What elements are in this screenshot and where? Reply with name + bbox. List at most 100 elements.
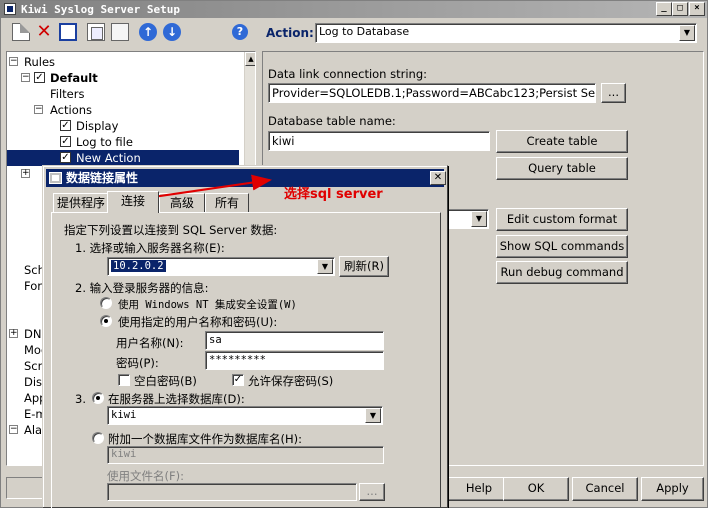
expand-icon[interactable]: + bbox=[21, 169, 30, 178]
run-debug-command-button[interactable]: Run debug command bbox=[496, 261, 628, 284]
scroll-up-icon[interactable]: ▲ bbox=[245, 52, 255, 66]
password-input[interactable]: ********* bbox=[205, 351, 384, 370]
user-password-label: 使用指定的用户名称和密码(U): bbox=[118, 315, 278, 329]
filename-input[interactable] bbox=[107, 483, 357, 501]
checkbox-icon[interactable]: ✓ bbox=[60, 136, 71, 147]
action-select[interactable]: Log to Database ▼ bbox=[315, 23, 697, 43]
chevron-down-icon[interactable]: ▼ bbox=[679, 25, 695, 41]
action-select-value: Log to Database bbox=[319, 25, 410, 38]
collapse-icon[interactable]: − bbox=[9, 57, 18, 66]
save-password-checkbox[interactable]: ✓ bbox=[232, 374, 244, 386]
copy-icon[interactable] bbox=[87, 23, 105, 41]
tree-item-display[interactable]: ✓ Display bbox=[7, 118, 237, 134]
data-link-properties-dialog: 数据链接属性 ✕ 提供程序 连接 高级 所有 指定下列设置以连接到 SQL Se… bbox=[42, 165, 448, 508]
username-label: 用户名称(N): bbox=[116, 336, 184, 350]
tree-item-partial-dns[interactable]: + DN bbox=[7, 326, 47, 342]
paste-icon[interactable] bbox=[111, 23, 129, 41]
filename-browse-button[interactable]: ... bbox=[359, 483, 385, 501]
delete-icon[interactable]: ✕ bbox=[35, 23, 53, 41]
collapse-icon[interactable]: − bbox=[21, 73, 30, 82]
tree-item-label: Actions bbox=[50, 103, 93, 117]
server-step-label: 1. 选择或输入服务器名称(E): bbox=[75, 241, 225, 255]
chevron-down-icon[interactable]: ▼ bbox=[365, 408, 381, 423]
tab-provider[interactable]: 提供程序 bbox=[53, 193, 109, 212]
dialog-icon bbox=[49, 172, 62, 184]
user-password-radio[interactable] bbox=[100, 315, 112, 327]
tree-item-label: Default bbox=[50, 71, 98, 85]
dialog-title: 数据链接属性 bbox=[66, 171, 139, 185]
tree-item-actions[interactable]: − Actions bbox=[7, 102, 237, 118]
nt-security-radio[interactable] bbox=[100, 297, 112, 309]
cancel-button[interactable]: Cancel bbox=[572, 477, 638, 501]
help-icon[interactable]: ? bbox=[232, 24, 248, 40]
server-name-value: 10.2.0.2 bbox=[111, 260, 166, 272]
database-value: kiwi bbox=[111, 409, 137, 421]
tree-item-partial[interactable]: Scr bbox=[24, 358, 42, 374]
collapse-icon[interactable]: − bbox=[34, 105, 43, 114]
chevron-down-icon[interactable]: ▼ bbox=[317, 259, 333, 274]
dialog-title-bar: 数据链接属性 ✕ bbox=[46, 169, 446, 187]
database-select[interactable]: kiwi ▼ bbox=[107, 406, 383, 425]
tree-item-partial-alarms[interactable]: − Alar bbox=[7, 422, 47, 438]
conn-string-label: Data link connection string: bbox=[268, 67, 428, 81]
tree-item-partial[interactable]: + bbox=[7, 166, 47, 182]
move-up-icon[interactable]: ↑ bbox=[139, 23, 157, 41]
connection-intro: 指定下列设置以连接到 SQL Server 数据: bbox=[64, 223, 278, 237]
expand-icon[interactable]: + bbox=[9, 329, 18, 338]
tree-item-label: Rules bbox=[24, 55, 56, 69]
tree-item-default[interactable]: − ✓ Default bbox=[7, 70, 237, 86]
new-page-icon[interactable] bbox=[12, 23, 30, 41]
tree-item-label: Display bbox=[76, 119, 119, 133]
title-bar: Kiwi Syslog Server Setup _ □ × bbox=[1, 1, 707, 18]
table-name-label: Database table name: bbox=[268, 114, 396, 128]
action-label: Action: bbox=[266, 26, 314, 40]
password-label: 密码(P): bbox=[116, 356, 159, 370]
move-down-icon[interactable]: ↓ bbox=[163, 23, 181, 41]
query-table-button[interactable]: Query table bbox=[496, 157, 628, 180]
rename-icon[interactable] bbox=[59, 23, 77, 41]
close-icon[interactable]: ✕ bbox=[430, 171, 446, 185]
app-icon bbox=[4, 3, 16, 15]
login-step-label: 2. 输入登录服务器的信息: bbox=[75, 281, 209, 295]
show-sql-commands-button[interactable]: Show SQL commands bbox=[496, 235, 628, 258]
refresh-button[interactable]: 刷新(R) bbox=[339, 256, 389, 277]
filename-label: 使用文件名(F): bbox=[107, 469, 184, 483]
create-table-button[interactable]: Create table bbox=[496, 130, 628, 153]
conn-string-browse-button[interactable]: ... bbox=[601, 83, 626, 103]
blank-password-checkbox[interactable] bbox=[118, 374, 130, 386]
tab-advanced[interactable]: 高级 bbox=[159, 193, 205, 212]
collapse-icon[interactable]: − bbox=[9, 425, 18, 434]
username-input[interactable]: sa bbox=[205, 331, 384, 350]
tree-item-label: Log to file bbox=[76, 135, 133, 149]
minimize-button[interactable]: _ bbox=[656, 2, 672, 16]
close-button[interactable]: × bbox=[689, 2, 705, 16]
format-select[interactable]: ▼ bbox=[443, 209, 489, 229]
attach-database-input[interactable]: kiwi bbox=[107, 446, 384, 464]
edit-custom-format-button[interactable]: Edit custom format bbox=[496, 208, 628, 231]
tab-all[interactable]: 所有 bbox=[205, 193, 249, 212]
apply-button[interactable]: Apply bbox=[641, 477, 704, 501]
conn-string-input[interactable]: Provider=SQLOLEDB.1;Password=ABCabc123;P… bbox=[268, 83, 596, 103]
help-button[interactable]: Help bbox=[448, 477, 510, 501]
select-database-radio[interactable] bbox=[92, 392, 104, 404]
tree-item-label: Filters bbox=[50, 87, 85, 101]
server-name-select[interactable]: 10.2.0.2 ▼ bbox=[107, 257, 335, 276]
checkbox-icon[interactable]: ✓ bbox=[60, 120, 71, 131]
save-password-label: 允许保存密码(S) bbox=[248, 374, 334, 388]
chevron-down-icon[interactable]: ▼ bbox=[471, 211, 487, 227]
ok-button[interactable]: OK bbox=[503, 477, 569, 501]
tree-item-log-to-file[interactable]: ✓ Log to file bbox=[7, 134, 237, 150]
table-name-input[interactable]: kiwi bbox=[268, 131, 490, 151]
attach-database-radio[interactable] bbox=[92, 432, 104, 444]
tab-connection[interactable]: 连接 bbox=[107, 191, 159, 213]
database-step-label: 3. bbox=[75, 392, 86, 406]
annotation-label: 选择sql server bbox=[284, 187, 383, 202]
tree-item-rules[interactable]: − Rules bbox=[7, 54, 237, 70]
tree-item-new-action[interactable]: ✓ New Action bbox=[7, 150, 239, 166]
tree-item-label: DN bbox=[24, 327, 42, 341]
checkbox-icon[interactable]: ✓ bbox=[34, 72, 45, 83]
select-database-label: 在服务器上选择数据库(D): bbox=[108, 392, 245, 406]
tree-item-filters[interactable]: Filters bbox=[7, 86, 237, 102]
maximize-button[interactable]: □ bbox=[672, 2, 688, 16]
checkbox-icon[interactable]: ✓ bbox=[60, 152, 71, 163]
